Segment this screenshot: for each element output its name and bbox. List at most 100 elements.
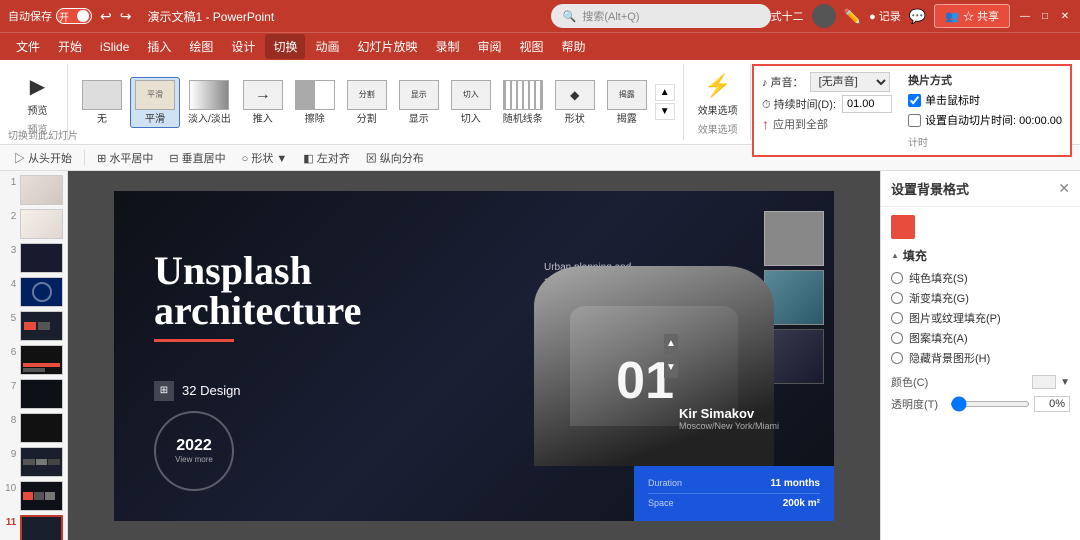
fill-option-hide[interactable]: 隐藏背景图形(H) <box>891 350 1070 366</box>
qt-shape[interactable]: ○ 形状 ▼ <box>236 148 294 168</box>
checkbox2[interactable] <box>908 114 921 127</box>
ribbon-down-arrow[interactable]: ▼ <box>655 103 675 120</box>
slide-thumb-9[interactable]: 9 <box>4 447 63 477</box>
transition-random[interactable]: 随机线条 <box>499 78 547 127</box>
preview-icon: ▶ <box>22 70 54 102</box>
apply-row[interactable]: ↑ 应用到全部 <box>762 116 898 132</box>
menu-review[interactable]: 审阅 <box>470 34 510 59</box>
slide-img-5[interactable] <box>20 311 63 341</box>
preview-button[interactable]: ▶ 预览 <box>18 68 58 119</box>
menu-transition[interactable]: 切换 <box>265 34 305 59</box>
menu-insert[interactable]: 插入 <box>139 34 179 59</box>
fill-radio-pattern[interactable] <box>891 332 903 344</box>
qt-valign[interactable]: ⊟ 垂直居中 <box>163 148 231 168</box>
fill-label-gradient: 渐变填充(G) <box>909 290 969 306</box>
transition-cutin[interactable]: 切入 切入 <box>447 78 495 127</box>
checkbox1[interactable] <box>908 94 921 107</box>
slide-thumb-11[interactable]: 11 <box>4 515 63 540</box>
right-scroll-down[interactable]: ▼ <box>664 358 678 378</box>
fill-option-solid[interactable]: 纯色填充(S) <box>891 270 1070 286</box>
fill-option-gradient[interactable]: 渐变填充(G) <box>891 290 1070 306</box>
pen-icon[interactable]: ✏️ <box>844 8 861 25</box>
right-scroll-up[interactable]: ▲ <box>664 334 678 354</box>
fill-radio-gradient[interactable] <box>891 292 903 304</box>
transition-show[interactable]: 显示 显示 <box>395 78 443 127</box>
qt-distribute[interactable]: ⊠ 纵向分布 <box>360 148 430 168</box>
doc-title: 演示文稿1 - PowerPoint <box>147 8 274 25</box>
menu-start[interactable]: 开始 <box>50 34 90 59</box>
qt-start[interactable]: ▷ 从头开始 <box>8 148 78 168</box>
color-picker[interactable]: ▼ <box>1032 375 1070 389</box>
transition-push[interactable]: → 推入 <box>239 78 287 127</box>
menu-file[interactable]: 文件 <box>8 34 48 59</box>
slide-thumb-7[interactable]: 7 <box>4 379 63 409</box>
slide-thumb-4[interactable]: 4 <box>4 277 63 307</box>
qt-left[interactable]: ◧ 左对齐 <box>297 148 355 168</box>
transition-uncover[interactable]: 揭露 揭露 <box>603 78 651 127</box>
minimize-button[interactable]: — <box>1018 9 1032 23</box>
shape-icon: ◆ <box>555 80 595 110</box>
menu-design[interactable]: 设计 <box>223 34 263 59</box>
share-button[interactable]: 👥 ☆ 共享 <box>934 4 1010 28</box>
comment-icon[interactable]: 💬 <box>909 8 926 25</box>
fill-radio-solid[interactable] <box>891 272 903 284</box>
transition-fadein[interactable]: 淡入/淡出 <box>184 78 235 127</box>
fill-option-picture[interactable]: 图片或纹理填充(P) <box>891 310 1070 326</box>
menu-view[interactable]: 视图 <box>512 34 552 59</box>
menu-record[interactable]: 录制 <box>427 34 467 59</box>
menu-animation[interactable]: 动画 <box>307 34 347 59</box>
slide-thumb-8[interactable]: 8 <box>4 413 63 443</box>
slide-img-2[interactable] <box>20 209 63 239</box>
slide-thumb-1[interactable]: 1 <box>4 175 63 205</box>
menu-help[interactable]: 帮助 <box>554 34 594 59</box>
title-bar-left: 自动保存 开 ↩ ↪ 演示文稿1 - PowerPoint <box>8 8 551 25</box>
record-label[interactable]: ● 记录 <box>869 8 901 24</box>
checkbox1-row: 单击鼠标时 <box>908 92 1062 108</box>
slide-thumb-3[interactable]: 3 <box>4 243 63 273</box>
slide-title: Unsplash architecture <box>154 251 361 342</box>
transition-flat[interactable]: 平滑 平滑 <box>130 77 180 128</box>
slide-thumb-6[interactable]: 6 <box>4 345 63 375</box>
fill-radio-hide[interactable] <box>891 352 903 364</box>
close-button[interactable]: ✕ <box>1058 9 1072 23</box>
opacity-label: 透明度(T) <box>891 396 938 412</box>
slide-thumb-10[interactable]: 10 <box>4 481 63 511</box>
slide-img-7[interactable] <box>20 379 63 409</box>
slide-person-info: Kir Simakov Moscow/New York/Miami <box>679 406 779 431</box>
qt-halign[interactable]: ⊞ 水平居中 <box>91 148 159 168</box>
menu-draw[interactable]: 绘图 <box>181 34 221 59</box>
opacity-slider[interactable] <box>950 401 1030 407</box>
autosave-toggle[interactable]: 开 <box>56 8 92 24</box>
slide-img-3[interactable] <box>20 243 63 273</box>
slide-img-1[interactable] <box>20 175 63 205</box>
maximize-button[interactable]: □ <box>1038 9 1052 23</box>
slide-img-9[interactable] <box>20 447 63 477</box>
transition-wipe[interactable]: 擦除 <box>291 78 339 127</box>
effect-options-button[interactable]: ⚡ 效果选项 <box>694 68 742 119</box>
duration-input[interactable] <box>842 95 892 113</box>
slide-thumb-5[interactable]: 5 <box>4 311 63 341</box>
slide-img-6[interactable] <box>20 345 63 375</box>
fill-radio-picture[interactable] <box>891 312 903 324</box>
redo-icon[interactable]: ↪ <box>120 8 132 25</box>
slide-img-4[interactable] <box>20 277 63 307</box>
color-arrow[interactable]: ▼ <box>1060 377 1070 388</box>
transition-shape[interactable]: ◆ 形状 <box>551 78 599 127</box>
search-box[interactable]: 🔍 搜索(Alt+Q) <box>551 4 771 28</box>
transition-none[interactable]: 无 <box>78 78 126 127</box>
menu-islide[interactable]: iSlide <box>92 36 137 58</box>
slide-img-10[interactable] <box>20 481 63 511</box>
avatar[interactable] <box>812 4 836 28</box>
menu-slideshow[interactable]: 幻灯片放映 <box>349 34 425 59</box>
right-panel-close-button[interactable]: ✕ <box>1058 180 1070 197</box>
stat1-value: 11 months <box>771 478 820 489</box>
slide-img-8[interactable] <box>20 413 63 443</box>
sound-select[interactable]: [无声音] <box>810 72 890 92</box>
undo-icon[interactable]: ↩ <box>100 8 112 25</box>
ribbon-up-arrow[interactable]: ▲ <box>655 84 675 101</box>
slide-thumb-2[interactable]: 2 <box>4 209 63 239</box>
fill-option-pattern[interactable]: 图案填充(A) <box>891 330 1070 346</box>
split-icon: 分割 <box>347 80 387 110</box>
transition-split[interactable]: 分割 分割 <box>343 78 391 127</box>
slide-img-11[interactable] <box>20 515 63 540</box>
